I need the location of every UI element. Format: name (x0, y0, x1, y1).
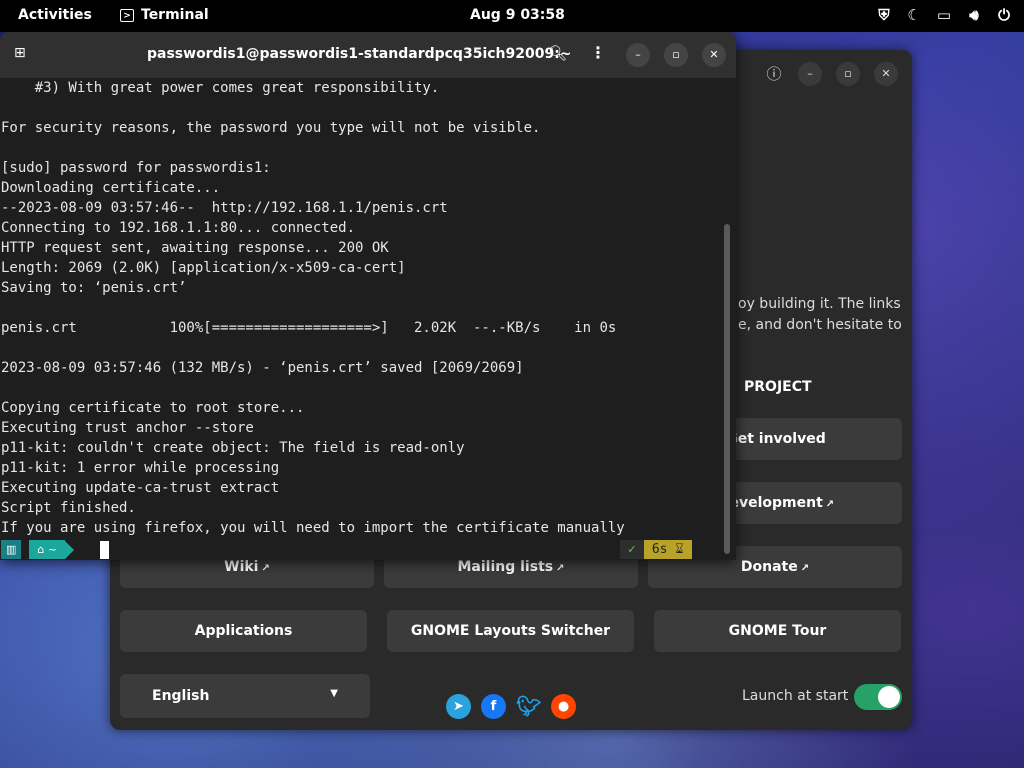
terminal-line: #3) With great power comes great respons… (1, 80, 440, 96)
shell-prompt: ▥ ⌂ ~ (1, 540, 75, 559)
system-tray[interactable]: ⛨ ☾ ▭ 🔊︎ ⏻ (876, 6, 1012, 24)
external-link-icon: ↗ (800, 563, 810, 574)
terminal-cursor[interactable] (100, 541, 109, 559)
terminal-line: --2023-08-09 03:57:46-- http://192.168.1… (1, 200, 448, 216)
terminal-line: Downloading certificate... (1, 180, 221, 196)
scrollbar[interactable] (724, 224, 730, 554)
top-bar: Activities > Terminal Aug 9 03:58 ⛨ ☾ ▭ … (0, 0, 1024, 32)
terminal-line: Connecting to 192.168.1.1:80... connecte… (1, 220, 356, 236)
external-link-icon: ↗ (261, 563, 270, 574)
terminal-line: HTTP request sent, awaiting response... … (1, 240, 389, 256)
activities-button[interactable]: Activities (18, 7, 92, 23)
screen-icon[interactable]: ▭ (936, 6, 952, 24)
gnome-tour-label: GNOME Tour (728, 623, 827, 639)
toggle-knob (878, 686, 900, 708)
terminal-header: ⊞ passwordis1@passwordis1-standardpcq35i… (0, 32, 736, 78)
terminal-line: Saving to: ‘penis.crt’ (1, 280, 187, 296)
mailing-lists-label: Mailing lists (457, 559, 554, 575)
app-name: Terminal (141, 7, 209, 23)
maximize-button[interactable]: ▫ (664, 43, 688, 67)
terminal-line: 2023-08-09 03:57:46 (132 MB/s) - ‘penis.… (1, 360, 524, 376)
launch-at-start-label: Launch at start (742, 688, 849, 704)
language-select[interactable]: English ▼ (120, 674, 370, 718)
applications-button[interactable]: Applications (120, 610, 367, 652)
search-icon[interactable]: 🔍︎ (548, 44, 567, 62)
donate-label: Donate (740, 559, 798, 575)
gnome-tour-button[interactable]: GNOME Tour (654, 610, 901, 652)
terminal-output[interactable]: #3) With great power comes great respons… (1, 78, 721, 548)
wiki-label: Wiki (224, 559, 259, 575)
hourglass-icon: ⌛︎ (675, 542, 684, 557)
language-value: English (152, 688, 210, 704)
intro-text: oy building it. The links e, and don't h… (738, 294, 908, 336)
terminal-line: If you are using firefox, you will need … (1, 520, 625, 536)
terminal-line: p11-kit: couldn't create object: The fie… (1, 440, 465, 456)
terminal-line: penis.crt 100%[===================>] 2.0… (1, 320, 617, 336)
terminal-line: Executing update-ca-trust extract (1, 480, 280, 496)
external-link-icon: ↗ (825, 499, 835, 510)
terminal-line: Length: 2069 (2.0K) [application/x-x509-… (1, 260, 406, 276)
intro-line-1: oy building it. The links (738, 296, 901, 312)
window-title: passwordis1@passwordis1-standardpcq35ich… (147, 46, 572, 62)
night-mode-icon[interactable]: ☾ (906, 6, 922, 24)
new-tab-icon[interactable]: ⊞ (14, 45, 26, 61)
chevron-down-icon: ▼ (330, 688, 338, 699)
info-icon[interactable]: ⓘ (762, 62, 786, 86)
layouts-switcher-button[interactable]: GNOME Layouts Switcher (387, 610, 634, 652)
close-button[interactable]: ✕ (702, 43, 726, 67)
external-link-icon: ↗ (556, 563, 565, 574)
project-heading: PROJECT (744, 379, 812, 395)
minimize-button[interactable]: – (798, 62, 822, 86)
shield-icon[interactable]: ⛨ (876, 6, 892, 24)
telegram-icon[interactable]: ➤ (446, 694, 471, 719)
window-controls: – ▫ ✕ (798, 62, 898, 86)
status-duration: 6s ⌛︎ (643, 540, 692, 559)
terminal-line: Script finished. (1, 500, 136, 516)
applications-label: Applications (194, 623, 293, 639)
close-button[interactable]: ✕ (874, 62, 898, 86)
prompt-arrow (65, 540, 75, 559)
status-ok: ✓ (620, 540, 644, 559)
app-menu[interactable]: > Terminal (120, 7, 209, 23)
clock[interactable]: Aug 9 03:58 (470, 7, 565, 23)
terminal-window-controls: – ▫ ✕ (626, 43, 726, 67)
terminal-line: For security reasons, the password you t… (1, 120, 541, 136)
facebook-icon[interactable]: f (481, 694, 506, 719)
terminal-line: Executing trust anchor --store (1, 420, 254, 436)
prompt-home: ⌂ ~ (29, 540, 66, 559)
launch-at-start-toggle[interactable] (854, 684, 902, 710)
maximize-button[interactable]: ▫ (836, 62, 860, 86)
reddit-icon[interactable]: ● (551, 694, 576, 719)
layouts-switcher-label: GNOME Layouts Switcher (410, 623, 611, 639)
terminal-line: p11-kit: 1 error while processing (1, 460, 280, 476)
terminal-line: Copying certificate to root store... (1, 400, 305, 416)
duration-value: 6s (651, 542, 668, 557)
intro-line-2: e, and don't hesitate to (738, 317, 902, 333)
distro-icon: ▥ (1, 540, 22, 559)
menu-icon[interactable]: ⋮ (590, 43, 606, 62)
prompt-path: ~ (47, 543, 58, 556)
get-involved-label: Get involved (726, 431, 826, 447)
twitter-icon[interactable]: 🐦︎ (516, 694, 541, 719)
prompt-status: ✓ 6s ⌛︎ (620, 540, 692, 559)
social-links: ➤ f 🐦︎ ● (446, 694, 576, 719)
terminal-window: ⊞ passwordis1@passwordis1-standardpcq35i… (0, 32, 736, 560)
terminal-line: [sudo] password for passwordis1: (1, 160, 271, 176)
volume-icon[interactable]: 🔊︎ (966, 6, 982, 24)
terminal-icon: > (120, 8, 134, 22)
power-icon[interactable]: ⏻ (996, 6, 1012, 24)
minimize-button[interactable]: – (626, 43, 650, 67)
